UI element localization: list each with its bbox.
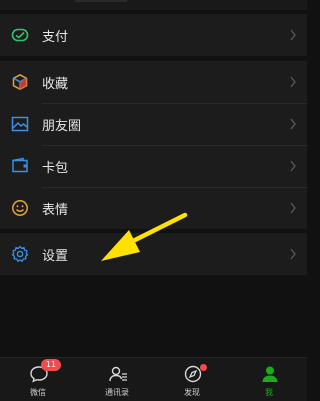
bottom-tab-bar: 11 微信 通讯录 发现 我 xyxy=(0,357,307,401)
notification-dot xyxy=(200,364,207,371)
yellow-pointer-arrow xyxy=(101,212,188,261)
unread-badge: 11 xyxy=(41,359,61,371)
tab-chats[interactable]: 11 微信 xyxy=(8,358,68,401)
tab-me[interactable]: 我 xyxy=(239,358,299,401)
tab-contacts[interactable]: 通讯录 xyxy=(87,358,147,401)
tab-discover[interactable]: 发现 xyxy=(162,358,222,401)
contacts-icon xyxy=(109,366,127,382)
tab-label: 我 xyxy=(265,388,273,397)
tab-label: 发现 xyxy=(184,388,200,397)
tab-label: 微信 xyxy=(30,388,46,397)
person-icon xyxy=(262,366,278,382)
tab-label: 通讯录 xyxy=(105,388,129,397)
